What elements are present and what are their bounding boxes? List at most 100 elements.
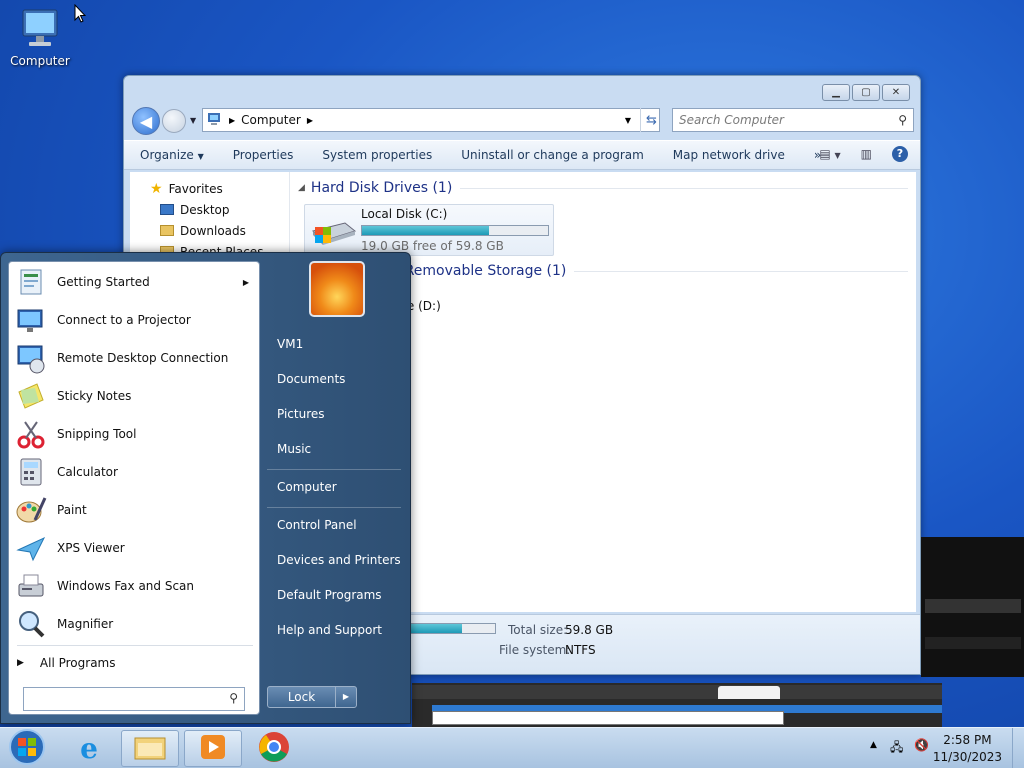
- background-window-dark[interactable]: [921, 537, 1024, 677]
- preview-pane-icon[interactable]: ▥: [861, 147, 872, 161]
- desktop-computer-icon[interactable]: Computer: [8, 6, 72, 68]
- program-snipping-tool[interactable]: Snipping Tool: [9, 415, 259, 453]
- organize-button[interactable]: Organize ▼: [140, 148, 204, 162]
- forward-button[interactable]: [162, 109, 186, 133]
- navigation-bar: ◀ ▼ ▶ Computer ▶ ▼ ⇆ Search Computer ⚲: [130, 106, 914, 136]
- desktop-folder-icon: [160, 204, 174, 215]
- search-icon[interactable]: ⚲: [898, 113, 907, 127]
- hard-drive-icon: [309, 217, 357, 250]
- mouse-cursor-icon: [74, 3, 87, 27]
- program-magnifier[interactable]: Magnifier: [9, 605, 259, 643]
- file-system-value: NTFS: [565, 643, 596, 657]
- lock-button-group: Lock ▶: [267, 686, 357, 708]
- clock-date: 11/30/2023: [932, 750, 1002, 764]
- start-link-vm1[interactable]: VM1: [277, 337, 303, 351]
- start-link-computer[interactable]: Computer: [277, 480, 337, 494]
- search-icon[interactable]: ⚲: [229, 691, 238, 705]
- start-right-divider: [267, 507, 401, 508]
- user-account-picture[interactable]: [309, 261, 365, 317]
- program-fax-and-scan[interactable]: Windows Fax and Scan: [9, 567, 259, 605]
- start-link-music[interactable]: Music: [277, 442, 311, 456]
- search-placeholder: Search Computer: [679, 113, 784, 127]
- start-programs-pane: Getting Started ▶ Connect to a Projector…: [8, 261, 260, 715]
- properties-button[interactable]: Properties: [233, 148, 294, 162]
- desktop-computer-label: Computer: [10, 54, 70, 68]
- system-clock[interactable]: 2:58 PM 11/30/2023: [933, 732, 1002, 766]
- collapse-arrow-icon: ◢: [298, 183, 305, 193]
- program-calculator[interactable]: Calculator: [9, 453, 259, 491]
- close-button[interactable]: ✕: [882, 84, 910, 101]
- paint-icon: [15, 494, 47, 526]
- nav-item-favorites[interactable]: ★ Favorites: [130, 178, 289, 199]
- background-browser-window[interactable]: [412, 683, 942, 729]
- remote-desktop-icon: [15, 342, 47, 374]
- back-button[interactable]: ◀: [132, 107, 160, 135]
- recent-pages-dropdown[interactable]: ▼: [190, 116, 196, 125]
- sticky-notes-icon: [15, 380, 47, 412]
- xps-viewer-icon: [15, 532, 47, 564]
- file-system-label: File system:: [499, 643, 571, 657]
- start-link-documents[interactable]: Documents: [277, 372, 345, 386]
- taskbar-windows-explorer[interactable]: [121, 730, 179, 767]
- start-link-pictures[interactable]: Pictures: [277, 407, 325, 421]
- submenu-arrow-icon: ▶: [242, 277, 249, 287]
- total-size-value: 59.8 GB: [565, 623, 614, 637]
- address-dropdown-icon[interactable]: ▼: [625, 116, 631, 125]
- program-remote-desktop[interactable]: Remote Desktop Connection: [9, 339, 259, 377]
- network-icon[interactable]: 🖧: [890, 738, 903, 759]
- program-xps-viewer[interactable]: XPS Viewer: [9, 529, 259, 567]
- task-manager-mini-window[interactable]: [432, 711, 784, 725]
- minimize-button[interactable]: ▁: [822, 84, 850, 101]
- all-programs-button[interactable]: ▶ All Programs: [17, 656, 116, 670]
- start-button[interactable]: [0, 729, 54, 767]
- clock-time: 2:58 PM: [943, 733, 992, 747]
- group-hard-disk-drives[interactable]: ◢ Hard Disk Drives (1): [298, 180, 908, 196]
- start-link-devices-printers[interactable]: Devices and Printers: [277, 553, 401, 567]
- internet-explorer-icon: e: [80, 732, 98, 765]
- drive-c-usage-bar: [361, 225, 549, 236]
- lock-button[interactable]: Lock: [268, 687, 336, 707]
- background-window-tabs: [925, 637, 1021, 649]
- drive-c-name: Local Disk (C:): [361, 207, 448, 221]
- volume-muted-icon[interactable]: 🔇: [914, 738, 929, 752]
- program-sticky-notes[interactable]: Sticky Notes: [9, 377, 259, 415]
- nav-item-desktop[interactable]: Desktop: [130, 199, 289, 220]
- taskbar-media-player[interactable]: [184, 730, 242, 767]
- chrome-icon: [258, 731, 290, 766]
- taskbar-internet-explorer[interactable]: e: [60, 730, 118, 767]
- breadcrumb-arrow-icon[interactable]: ▶: [229, 116, 235, 125]
- system-properties-button[interactable]: System properties: [322, 148, 432, 162]
- address-bar[interactable]: ▶ Computer ▶ ▼: [202, 108, 660, 132]
- start-menu: Getting Started ▶ Connect to a Projector…: [0, 252, 411, 724]
- breadcrumb-arrow-icon[interactable]: ▶: [307, 116, 313, 125]
- nav-item-downloads[interactable]: Downloads: [130, 220, 289, 241]
- program-connect-projector[interactable]: Connect to a Projector: [9, 301, 259, 339]
- refresh-button[interactable]: ⇆: [640, 108, 662, 132]
- program-getting-started[interactable]: Getting Started ▶: [9, 263, 259, 301]
- shutdown-options-arrow-icon[interactable]: ▶: [336, 687, 356, 707]
- drive-local-disk-c[interactable]: Local Disk (C:) 19.0 GB free of 59.8 GB: [304, 204, 554, 256]
- maximize-button[interactable]: ▢: [852, 84, 880, 101]
- program-paint[interactable]: Paint: [9, 491, 259, 529]
- breadcrumb-computer[interactable]: Computer: [241, 113, 301, 127]
- start-link-help-support[interactable]: Help and Support: [277, 623, 382, 637]
- start-link-control-panel[interactable]: Control Panel: [277, 518, 357, 532]
- command-bar: Organize ▼ Properties System properties …: [124, 140, 920, 170]
- start-search-input[interactable]: ⚲: [23, 687, 245, 711]
- search-input[interactable]: Search Computer ⚲: [672, 108, 914, 132]
- downloads-folder-icon: [160, 225, 174, 236]
- calculator-icon: [15, 456, 47, 488]
- show-desktop-button[interactable]: [1012, 728, 1024, 768]
- map-network-drive-button[interactable]: Map network drive: [673, 148, 785, 162]
- all-programs-arrow-icon: ▶: [17, 658, 24, 668]
- show-hidden-icons-button[interactable]: ▲: [870, 740, 877, 750]
- projector-icon: [15, 304, 47, 336]
- browser-tab-strip: [412, 685, 942, 699]
- help-icon[interactable]: ?: [892, 146, 908, 162]
- start-right-divider: [267, 469, 401, 470]
- uninstall-program-button[interactable]: Uninstall or change a program: [461, 148, 644, 162]
- browser-active-tab[interactable]: [718, 686, 780, 699]
- change-view-icon[interactable]: ▤ ▼: [819, 147, 840, 161]
- start-link-default-programs[interactable]: Default Programs: [277, 588, 382, 602]
- taskbar-chrome[interactable]: [245, 730, 303, 767]
